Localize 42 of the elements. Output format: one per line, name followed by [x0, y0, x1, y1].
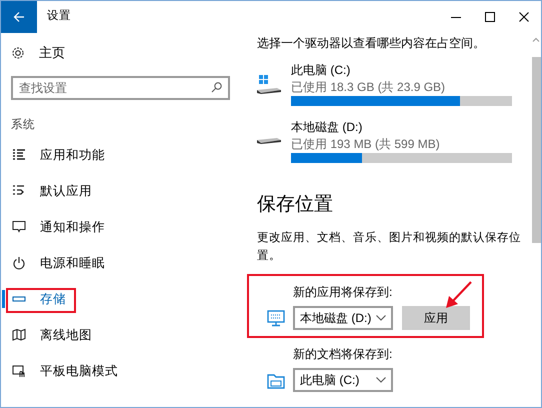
sidebar-item[interactable]: 应用和功能: [1, 137, 230, 173]
apply-button[interactable]: 应用: [402, 306, 470, 330]
drive-icon: [257, 74, 281, 94]
drive-icon: [257, 138, 281, 144]
drive-dropdown[interactable]: 此电脑 (C:): [293, 368, 393, 392]
scrollbar-thumb[interactable]: [532, 57, 541, 243]
search-field[interactable]: 查找设置: [11, 76, 230, 100]
list-icon: [12, 148, 26, 162]
drive-dropdown[interactable]: 本地磁盘 (D:): [293, 306, 393, 330]
selection-indicator: [2, 290, 5, 308]
tablet-icon: [12, 364, 26, 378]
back-icon: [13, 11, 25, 23]
power-icon: [12, 256, 26, 270]
field-label: 新的文档将保存到:: [293, 346, 394, 363]
maximize-icon: [485, 12, 495, 22]
field-label: 新的应用将保存到:: [293, 284, 394, 301]
drive-name[interactable]: 本地磁盘 (D:): [291, 119, 512, 136]
sidebar-item[interactable]: 电源和睡眠: [1, 245, 230, 281]
section-heading: 保存位置: [257, 193, 334, 217]
chevron-down-icon: [376, 315, 386, 321]
sidebar-item[interactable]: 离线地图: [1, 317, 230, 353]
sidebar-item[interactable]: 默认应用: [1, 173, 230, 209]
drive-usage: 已使用 193 MB (共 599 MB): [291, 136, 441, 152]
window-title: 设置: [47, 8, 71, 24]
drive-usage: 已使用 18.3 GB (共 23.9 GB): [291, 79, 446, 95]
sidebar-item[interactable]: 平板电脑模式: [1, 353, 230, 389]
intro-text: 选择一个驱动器以查看哪些内容在占空间。: [257, 35, 486, 52]
section-label: 系统: [10, 117, 36, 133]
sidebar-item[interactable]: 通知和操作: [1, 209, 230, 245]
speech-bubble-icon: [12, 220, 26, 234]
map-icon: [12, 328, 26, 342]
settings-icon: [11, 46, 25, 60]
home-link[interactable]: 主页: [39, 43, 65, 63]
back-button[interactable]: [1, 1, 37, 33]
monitor-icon: [267, 309, 285, 327]
drive-name[interactable]: 此电脑 (C:): [291, 62, 512, 79]
scroll-up-icon[interactable]: [532, 37, 540, 42]
description-text: 更改应用、文档、音乐、图片和视频的默认保存位置。: [257, 230, 521, 264]
chevron-down-icon: [376, 377, 386, 383]
search-icon[interactable]: [211, 82, 222, 93]
close-icon: [519, 12, 529, 22]
sidebar-item[interactable]: 存储: [1, 281, 230, 317]
